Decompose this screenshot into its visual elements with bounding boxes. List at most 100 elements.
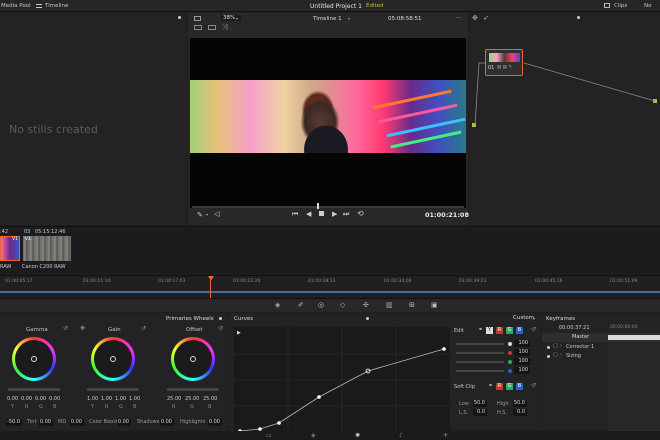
- channel-y-chip[interactable]: Y: [486, 327, 493, 334]
- high-value[interactable]: 50.0: [513, 400, 527, 407]
- gamma-y-value[interactable]: 0.00: [7, 396, 18, 402]
- tab-motion-icon[interactable]: ▭: [266, 432, 272, 439]
- media-pool-button[interactable]: Media Pool: [1, 3, 31, 9]
- channel-g-chip[interactable]: G: [506, 327, 513, 334]
- channel-y-row[interactable]: 100: [454, 340, 534, 348]
- curve-graph[interactable]: ▶: [234, 327, 450, 433]
- channel-g-row[interactable]: 100: [454, 358, 534, 366]
- first-frame-icon[interactable]: ⏮: [292, 210, 298, 219]
- softclip-r-chip[interactable]: R: [496, 383, 503, 390]
- gain-wheel-handle[interactable]: [110, 356, 116, 362]
- hsl-qualifier-icon[interactable]: ◎: [318, 301, 324, 309]
- softclip-b-chip[interactable]: B: [516, 383, 523, 390]
- channel-y-slider[interactable]: [456, 343, 504, 345]
- corrector-expand-icon[interactable]: ›: [560, 343, 562, 349]
- channel-b-row[interactable]: 100: [454, 367, 534, 375]
- primaries-options-icon[interactable]: [219, 317, 222, 320]
- scrub-bar[interactable]: [192, 206, 464, 208]
- softclip-g-chip[interactable]: G: [506, 383, 513, 390]
- viewer-options-icon[interactable]: ···: [456, 15, 462, 22]
- gamma-master-slider[interactable]: [8, 388, 60, 391]
- curves-options-icon[interactable]: [366, 317, 369, 320]
- blur-icon[interactable]: ▥: [386, 301, 393, 309]
- prev-frame-icon[interactable]: ◀: [306, 210, 311, 218]
- sizing-expand-icon[interactable]: ›: [560, 352, 562, 358]
- color-picker-icon[interactable]: ✎: [197, 211, 203, 219]
- channel-r-chip[interactable]: R: [496, 327, 503, 334]
- mini-timeline[interactable]: 01:00:05:17 01:00:11:10 01:00:17:03 01:0…: [0, 275, 660, 298]
- gamma-r-value[interactable]: 0.00: [21, 396, 32, 402]
- clip-1[interactable]: :42 V1 RAW: [0, 227, 21, 273]
- gamma-b-value[interactable]: 0.00: [49, 396, 60, 402]
- tab-audio-icon[interactable]: ♪: [399, 432, 403, 439]
- link-icon[interactable]: ⚭: [478, 326, 483, 333]
- channel-r-row[interactable]: 100: [454, 349, 534, 357]
- sizing-icon[interactable]: ▣: [431, 301, 438, 309]
- viewer-mode-icon[interactable]: [194, 25, 202, 30]
- highlights-value[interactable]: 0.00: [208, 419, 222, 426]
- md-value[interactable]: 0.00: [70, 419, 84, 426]
- ls-value[interactable]: 0.0: [473, 409, 487, 416]
- temp-value[interactable]: -50.0: [6, 419, 22, 426]
- channel-b-slider[interactable]: [456, 370, 504, 372]
- tracker-icon[interactable]: ✣: [363, 301, 369, 309]
- zoom-dropdown[interactable]: 38%: [221, 15, 242, 21]
- gain-master-slider[interactable]: [87, 388, 139, 391]
- shadows-value[interactable]: 0.00: [160, 419, 174, 426]
- corrector-lock-icon[interactable]: ▢: [553, 343, 558, 349]
- offset-reset-icon[interactable]: ↺: [218, 325, 223, 332]
- curve-play-icon[interactable]: ▶: [237, 330, 241, 336]
- soft-clip-reset-icon[interactable]: ↺: [531, 382, 536, 389]
- last-frame-icon[interactable]: ⏭: [343, 210, 349, 219]
- window-icon[interactable]: ◇: [340, 301, 345, 309]
- edit-reset-icon[interactable]: ↺: [531, 326, 536, 333]
- offset-b-value[interactable]: 25.00: [203, 396, 217, 402]
- viewer-shuffle-icon[interactable]: ⤨: [222, 23, 228, 32]
- channel-r-slider[interactable]: [456, 352, 504, 354]
- channel-b-value[interactable]: 100: [514, 367, 530, 374]
- color-boost-value[interactable]: 0.00: [117, 419, 131, 426]
- soft-clip-link-icon[interactable]: ⚭: [488, 382, 493, 389]
- camera-raw-icon[interactable]: ◈: [275, 301, 280, 309]
- channel-g-slider[interactable]: [456, 361, 504, 363]
- timeline-name[interactable]: Timeline 1: [313, 16, 342, 22]
- play-icon[interactable]: ▶: [332, 210, 337, 218]
- clips-button[interactable]: Clips: [614, 3, 627, 9]
- channel-b-chip[interactable]: B: [516, 327, 523, 334]
- low-value[interactable]: 50.0: [473, 400, 487, 407]
- offset-g-value[interactable]: 25.00: [185, 396, 199, 402]
- playhead-marker-icon[interactable]: [208, 276, 214, 281]
- curves-mode-dropdown[interactable]: Custom: [513, 315, 534, 321]
- tint-value[interactable]: 0.00: [39, 419, 53, 426]
- gamma-reset-icon[interactable]: ↺: [63, 325, 68, 332]
- viewer-split-icon[interactable]: [208, 25, 216, 30]
- tab-3d-icon[interactable]: ◈: [311, 432, 316, 439]
- gain-b-value[interactable]: 1.00: [129, 396, 140, 402]
- timeline-button[interactable]: Timeline: [45, 3, 68, 9]
- gain-reset-icon[interactable]: ↺: [141, 325, 146, 332]
- gain-r-value[interactable]: 1.00: [101, 396, 112, 402]
- sizing-lock-icon[interactable]: ▢: [553, 352, 558, 358]
- channel-r-value[interactable]: 100: [514, 349, 530, 356]
- viewer-layout-icon[interactable]: [194, 16, 201, 21]
- clip-2[interactable]: 03 05:15:12:46 V1 Canon C200 RAW: [22, 227, 74, 273]
- nodes-button[interactable]: No: [644, 3, 651, 9]
- color-match-icon[interactable]: ✐: [298, 301, 304, 309]
- tab-fx-icon[interactable]: ✈: [443, 432, 448, 439]
- loop-icon[interactable]: ⟲: [357, 209, 364, 218]
- offset-wheel-handle[interactable]: [190, 356, 196, 362]
- offset-master-slider[interactable]: [167, 388, 219, 391]
- scrub-playhead[interactable]: [317, 203, 319, 209]
- channel-g-value[interactable]: 100: [514, 358, 530, 365]
- channel-y-value[interactable]: 100: [514, 340, 530, 347]
- gain-g-value[interactable]: 1.00: [115, 396, 126, 402]
- offset-r-value[interactable]: 25.00: [167, 396, 181, 402]
- gain-picker-icon[interactable]: ✥: [80, 325, 85, 332]
- gamma-wheel-handle[interactable]: [31, 356, 37, 362]
- key-icon[interactable]: ⊞: [409, 301, 415, 309]
- stop-icon[interactable]: [319, 211, 324, 216]
- gain-y-value[interactable]: 1.00: [87, 396, 98, 402]
- audio-icon[interactable]: ◁: [214, 210, 219, 218]
- hs-value[interactable]: 0.0: [513, 409, 527, 416]
- gamma-g-value[interactable]: 0.00: [35, 396, 46, 402]
